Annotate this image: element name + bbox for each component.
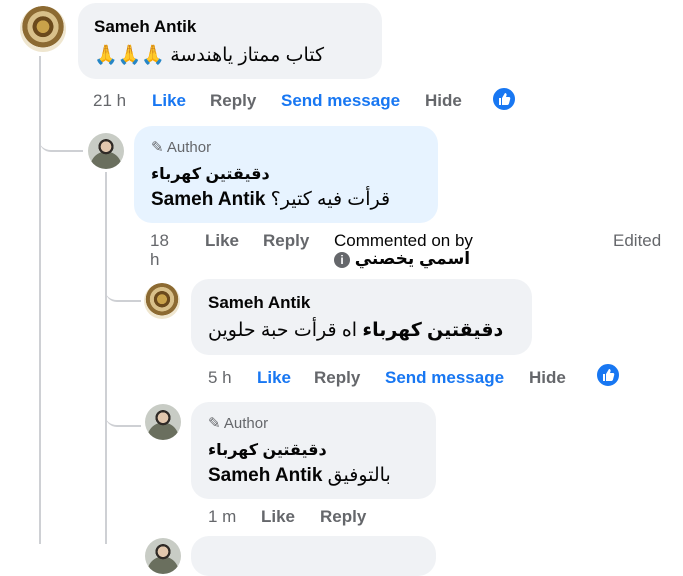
mention[interactable]: Sameh Antik (208, 465, 322, 486)
like-button[interactable]: Like (257, 368, 291, 388)
comment-bubble: ✎ Author دقيقتين كهرباء Sameh Antik بالت… (191, 402, 436, 499)
comment-text-body: اه قرأت حبة حلوين (208, 320, 358, 341)
like-button[interactable]: Like (205, 231, 239, 251)
comment-author[interactable]: Sameh Antik (208, 293, 310, 313)
send-message-button[interactable]: Send message (385, 368, 504, 388)
comment-bubble (191, 536, 436, 576)
avatar[interactable] (88, 133, 124, 169)
comment-text: 🙏🙏🙏 كتاب ممتاز ياهندسة (94, 43, 324, 67)
comment-text-body: قرأت فيه كتير؟ (270, 189, 391, 210)
comment-bubble: Sameh Antik دقيقتين كهرباء اه قرأت حبة ح… (191, 279, 532, 355)
thread-connector (105, 270, 141, 302)
comment-text: دقيقتين كهرباء اه قرأت حبة حلوين (208, 319, 503, 342)
comment-bubble: Sameh Antik 🙏🙏🙏 كتاب ممتاز ياهندسة (78, 3, 382, 79)
like-button[interactable]: Like (261, 507, 295, 527)
author-badge: ✎ Author (151, 139, 212, 156)
commenter-name[interactable]: i اسمي يخصني (334, 249, 470, 269)
pencil-icon: ✎ (208, 415, 221, 432)
avatar[interactable] (145, 538, 181, 574)
thumbs-up-icon[interactable] (491, 86, 517, 112)
reply-button[interactable]: Reply (263, 231, 309, 251)
comment-text-body: كتاب ممتاز ياهندسة (170, 45, 325, 66)
mention[interactable]: Sameh Antik (151, 189, 265, 210)
edited-label: Edited (613, 231, 662, 250)
timestamp[interactable]: 21 h (93, 91, 126, 111)
commented-on-by-label: Commented on by (334, 231, 473, 250)
timestamp[interactable]: 5 h (208, 368, 232, 388)
pencil-icon: ✎ (151, 139, 164, 156)
emoji: 🙏🙏🙏 (94, 45, 165, 66)
comment-text-body: بالتوفيق (327, 465, 391, 486)
author-badge: ✎ Author (208, 415, 269, 432)
comment-text: Sameh Antik قرأت فيه كتير؟ (151, 188, 390, 211)
thumbs-up-icon[interactable] (595, 362, 621, 388)
send-message-button[interactable]: Send message (281, 91, 400, 111)
reply-button[interactable]: Reply (320, 507, 366, 527)
hide-button[interactable]: Hide (529, 368, 566, 388)
info-icon[interactable]: i (334, 251, 350, 268)
thread-connector (105, 395, 141, 427)
thread-line-nested (105, 172, 107, 544)
comment-bubble: ✎ Author دقيقتين كهرباء Sameh Antik قرأت… (134, 126, 438, 223)
thread-connector (39, 120, 83, 152)
mention[interactable]: دقيقتين كهرباء (362, 320, 503, 341)
reply-button[interactable]: Reply (210, 91, 256, 111)
reply-button[interactable]: Reply (314, 368, 360, 388)
timestamp[interactable]: 18 h (150, 231, 174, 269)
comment-text: Sameh Antik بالتوفيق (208, 464, 391, 487)
avatar[interactable] (144, 283, 180, 319)
comment-author[interactable]: دقيقتين كهرباء (151, 164, 270, 184)
like-button[interactable]: Like (152, 91, 186, 111)
hide-button[interactable]: Hide (425, 91, 462, 111)
avatar[interactable] (145, 404, 181, 440)
timestamp[interactable]: 1 m (208, 507, 236, 527)
comment-author[interactable]: دقيقتين كهرباء (208, 440, 327, 460)
avatar[interactable] (20, 6, 66, 52)
comment-author[interactable]: Sameh Antik (94, 17, 196, 37)
